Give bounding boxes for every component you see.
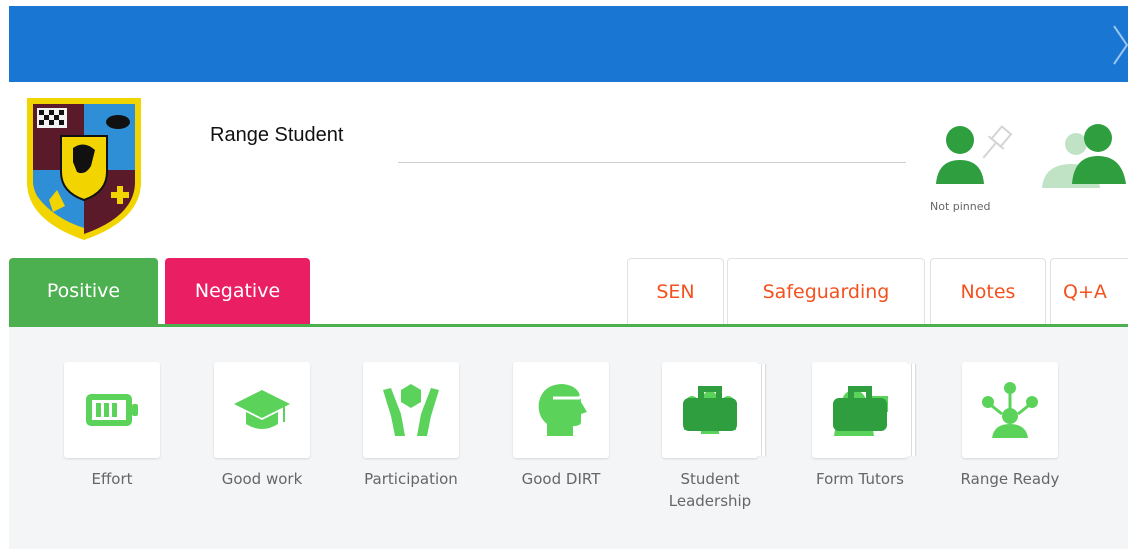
tab-qa[interactable]: Q+A: [1050, 258, 1128, 324]
behaviour-label: Good DIRT: [521, 470, 601, 488]
head-icon: [538, 384, 587, 436]
person-pin-icon: [936, 125, 1013, 184]
briefcase-icon: [683, 386, 737, 431]
behaviour-card-range-ready[interactable]: [962, 362, 1058, 458]
tab-sen[interactable]: SEN: [627, 258, 724, 324]
school-crest-logo: [23, 96, 145, 242]
behaviour-label: Participation: [364, 470, 458, 488]
behaviour-label: Student Leadership: [668, 470, 752, 510]
close-icon[interactable]: [1110, 22, 1128, 68]
top-bar: [9, 6, 1128, 82]
briefcase-icon: [833, 386, 887, 431]
behaviour-label: Form Tutors: [816, 470, 904, 488]
behaviour-label: Good work: [221, 470, 303, 488]
behaviour-card-good-dirt[interactable]: [513, 362, 609, 458]
behaviour-card-form-tutors[interactable]: [812, 362, 915, 458]
behaviour-card-participation[interactable]: [363, 362, 459, 458]
group-icon[interactable]: [1042, 122, 1128, 192]
battery-icon: [86, 394, 138, 426]
student-name: Range Student: [210, 124, 344, 146]
tab-negative[interactable]: Negative: [165, 258, 310, 324]
tab-notes[interactable]: Notes: [930, 258, 1046, 324]
behaviour-label: Effort: [91, 470, 133, 488]
network-person-icon: [982, 382, 1038, 438]
hands-cube-icon: [383, 384, 439, 436]
name-underline: [398, 162, 906, 163]
behaviour-card-good-work[interactable]: [214, 362, 310, 458]
pin-status: Not pinned: [930, 200, 991, 213]
tab-safeguarding[interactable]: Safeguarding: [727, 258, 925, 324]
behaviour-card-student-leadership[interactable]: [662, 362, 765, 458]
behaviour-label: Range Ready: [960, 470, 1060, 488]
graduation-cap-icon: [234, 390, 290, 429]
tab-positive[interactable]: Positive: [9, 258, 158, 324]
behaviour-card-effort[interactable]: [64, 362, 160, 458]
